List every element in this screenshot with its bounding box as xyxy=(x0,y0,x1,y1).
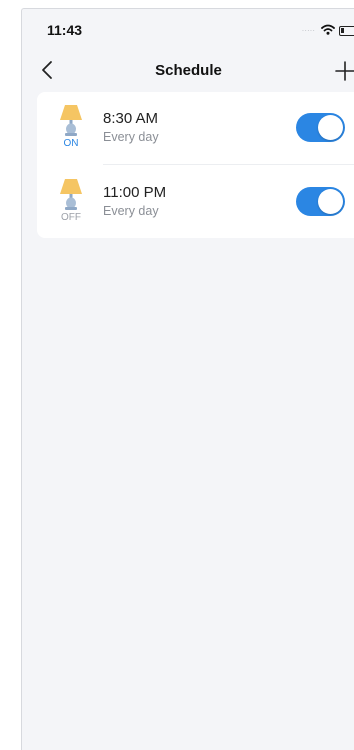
schedule-list: ON 8:30 AM Every day OFF 11:00 PM Every … xyxy=(37,92,354,238)
lamp-icon: OFF xyxy=(57,178,85,224)
action-label: ON xyxy=(63,138,79,149)
nav-bar: Schedule xyxy=(22,51,354,91)
toggle-knob xyxy=(318,115,343,140)
schedule-repeat: Every day xyxy=(103,130,159,144)
wifi-icon xyxy=(321,24,335,35)
battery-icon xyxy=(339,26,354,36)
schedule-repeat: Every day xyxy=(103,204,159,218)
status-bar: 11:43 ····· xyxy=(22,9,354,49)
schedule-row[interactable]: ON 8:30 AM Every day xyxy=(37,92,354,164)
signal-icon: ····· xyxy=(301,26,315,35)
action-label: OFF xyxy=(61,212,81,223)
schedule-row[interactable]: OFF 11:00 PM Every day xyxy=(37,166,354,238)
row-divider xyxy=(103,164,354,165)
plus-icon[interactable] xyxy=(333,59,354,83)
lamp-icon: ON xyxy=(57,104,85,150)
schedule-time: 8:30 AM xyxy=(103,110,159,127)
status-time: 11:43 xyxy=(47,22,83,38)
toggle-knob xyxy=(318,189,343,214)
schedule-toggle[interactable] xyxy=(296,187,345,216)
phone-screen: 11:43 ····· Schedule ON 8:30 AM Every da… xyxy=(21,8,354,750)
page-title: Schedule xyxy=(155,62,222,79)
schedule-toggle[interactable] xyxy=(296,113,345,142)
schedule-time: 11:00 PM xyxy=(103,184,167,201)
